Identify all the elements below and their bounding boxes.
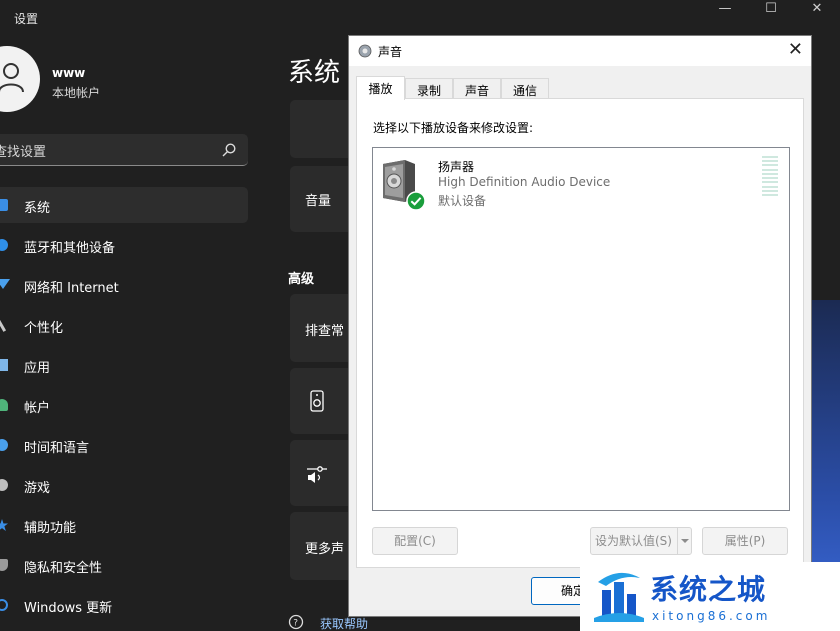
set-default-dropdown[interactable] bbox=[677, 528, 691, 554]
apps-icon bbox=[0, 359, 8, 371]
mixer-icon bbox=[307, 466, 327, 483]
sidebar-item-network[interactable]: 网络和 Internet bbox=[0, 267, 248, 303]
tab-recording[interactable]: 录制 bbox=[405, 78, 453, 99]
dialog-close-button[interactable]: ✕ bbox=[788, 40, 803, 60]
search-input[interactable]: 查找设置 bbox=[0, 134, 248, 166]
dialog-title: 声音 bbox=[378, 45, 403, 59]
wifi-icon bbox=[0, 279, 10, 289]
search-text: 查找设置 bbox=[0, 145, 47, 160]
shield-icon bbox=[0, 559, 8, 571]
sidebar-item-label: 辅助功能 bbox=[24, 521, 77, 536]
settings-title: 设置 bbox=[14, 12, 39, 26]
page-title: 系统 bbox=[288, 58, 341, 88]
sidebar-item-label: Windows 更新 bbox=[24, 601, 113, 616]
user-name: www bbox=[52, 66, 86, 80]
person-icon bbox=[0, 63, 24, 92]
tab-playback[interactable]: 播放 bbox=[356, 76, 405, 100]
section-advanced: 高级 bbox=[288, 272, 315, 287]
volume-label: 音量 bbox=[305, 194, 332, 209]
sidebar-item-gaming[interactable]: 游戏 bbox=[0, 467, 248, 503]
sidebar-item-accounts[interactable]: 帐户 bbox=[0, 387, 248, 423]
watermark: 系统之城 xitong86.com bbox=[580, 562, 840, 631]
sidebar-item-personalization[interactable]: 个性化 bbox=[0, 307, 248, 343]
tab-communications[interactable]: 通信 bbox=[501, 78, 549, 99]
sidebar-item-apps[interactable]: 应用 bbox=[0, 347, 248, 383]
brush-icon bbox=[0, 319, 7, 332]
chevron-down-icon bbox=[681, 539, 689, 543]
svg-text:?: ? bbox=[293, 619, 298, 629]
accessibility-icon bbox=[0, 519, 8, 531]
device-list[interactable]: 扬声器 High Definition Audio Device 默认设备 bbox=[372, 147, 790, 511]
search-icon bbox=[222, 143, 236, 157]
sidebar-nav: 系统 蓝牙和其他设备 网络和 Internet 个性化 应用 帐户 时间和语言 bbox=[0, 187, 248, 627]
get-help-link[interactable]: 获取帮助 bbox=[320, 615, 368, 631]
sidebar-item-label: 个性化 bbox=[24, 321, 64, 336]
troubleshoot-label: 排查常 bbox=[305, 324, 345, 339]
sidebar-item-label: 隐私和安全性 bbox=[24, 561, 103, 576]
watermark-url: xitong86.com bbox=[652, 609, 771, 623]
more-sound-label: 更多声 bbox=[305, 542, 345, 557]
watermark-logo-icon bbox=[594, 572, 644, 622]
set-default-button[interactable]: 设为默认值(S) bbox=[590, 527, 692, 555]
speaker-device-icon bbox=[310, 390, 324, 412]
sidebar-item-accessibility[interactable]: 辅助功能 bbox=[0, 507, 248, 543]
bluetooth-icon bbox=[0, 239, 8, 251]
device-status: 默认设备 bbox=[438, 194, 487, 208]
user-account-type: 本地帐户 bbox=[52, 86, 101, 100]
watermark-title: 系统之城 bbox=[650, 573, 767, 606]
configure-button[interactable]: 配置(C) bbox=[372, 527, 458, 555]
gamepad-icon bbox=[0, 479, 8, 491]
volume-level-meter bbox=[762, 156, 778, 196]
default-device-check-icon bbox=[406, 191, 426, 211]
monitor-icon bbox=[0, 199, 8, 211]
sidebar-item-label: 系统 bbox=[24, 201, 51, 216]
help-icon: ? bbox=[288, 614, 304, 630]
dialog-titlebar[interactable]: 声音 ✕ bbox=[349, 36, 811, 66]
device-description: High Definition Audio Device bbox=[438, 175, 611, 189]
globe-clock-icon bbox=[0, 439, 8, 451]
list-item[interactable]: 扬声器 High Definition Audio Device 默认设备 bbox=[373, 148, 789, 211]
tab-sounds[interactable]: 声音 bbox=[453, 78, 501, 99]
sidebar-item-label: 帐户 bbox=[24, 401, 51, 416]
sidebar-item-label: 游戏 bbox=[24, 481, 51, 496]
playback-panel: 选择以下播放设备来修改设置: 扬声器 High Definition Audio… bbox=[356, 98, 804, 568]
set-default-label: 设为默认值(S) bbox=[595, 534, 672, 548]
maximize-button[interactable]: ☐ bbox=[748, 0, 794, 20]
sidebar-item-label: 应用 bbox=[24, 361, 51, 376]
sound-dialog: 声音 ✕ 播放 录制 声音 通信 选择以下播放设备来修改设置: 扬声器 High… bbox=[348, 35, 812, 617]
speaker-icon bbox=[358, 44, 372, 58]
close-button[interactable]: ✕ bbox=[794, 0, 840, 20]
sidebar-item-bluetooth[interactable]: 蓝牙和其他设备 bbox=[0, 227, 248, 263]
sidebar-item-label: 网络和 Internet bbox=[24, 281, 119, 296]
sidebar-item-privacy[interactable]: 隐私和安全性 bbox=[0, 547, 248, 583]
window-controls: — ☐ ✕ bbox=[702, 0, 840, 20]
minimize-button[interactable]: — bbox=[702, 0, 748, 20]
device-name: 扬声器 bbox=[438, 160, 475, 174]
update-icon bbox=[0, 599, 8, 611]
instruction-text: 选择以下播放设备来修改设置: bbox=[373, 121, 534, 135]
sidebar-item-label: 时间和语言 bbox=[24, 441, 90, 456]
sidebar-item-label: 蓝牙和其他设备 bbox=[24, 241, 116, 256]
sidebar-item-system[interactable]: 系统 bbox=[0, 187, 248, 223]
avatar[interactable] bbox=[0, 46, 40, 112]
sidebar-item-windows-update[interactable]: Windows 更新 bbox=[0, 587, 248, 623]
sidebar-item-time-language[interactable]: 时间和语言 bbox=[0, 427, 248, 463]
properties-button[interactable]: 属性(P) bbox=[702, 527, 788, 555]
person-icon bbox=[0, 399, 8, 411]
